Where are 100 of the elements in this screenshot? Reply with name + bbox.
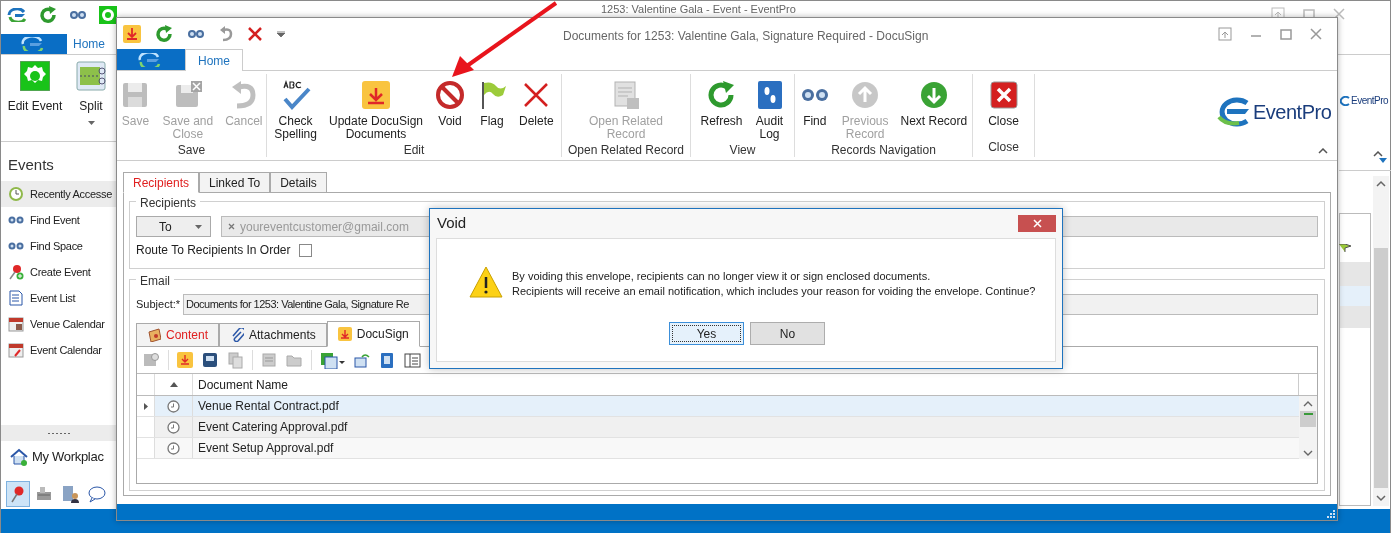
logo-icon	[1340, 95, 1350, 106]
maximize-icon[interactable]	[1280, 28, 1292, 40]
ribbon-button[interactable]: Next Record	[899, 80, 969, 141]
application-menu-button[interactable]	[1, 34, 67, 54]
binoculars-icon[interactable]	[69, 10, 87, 20]
close-button[interactable]	[1018, 215, 1056, 232]
column-header[interactable]: Document Name	[193, 374, 1299, 395]
group-label: Close	[988, 139, 1019, 156]
refresh-icon[interactable]	[155, 24, 173, 43]
group-label: Records Navigation	[831, 142, 936, 159]
table-row[interactable]: Event Setup Approval.pdf	[137, 438, 1299, 459]
tab[interactable]: Details	[270, 172, 327, 193]
refresh-icon[interactable]	[39, 6, 57, 24]
scroll-down-icon[interactable]	[1376, 494, 1386, 502]
scroll-thumb[interactable]	[1300, 411, 1316, 427]
navigation-item[interactable]: Event Calendar	[1, 337, 117, 363]
tab[interactable]: Recipients	[123, 172, 200, 193]
window-icon[interactable]	[354, 351, 371, 369]
document-icon[interactable]	[261, 351, 278, 369]
download-icon	[361, 80, 391, 110]
table-row[interactable]: Event Catering Approval.pdf	[137, 417, 1299, 438]
close-icon	[988, 80, 1019, 110]
ribbon-button[interactable]: Split	[69, 61, 113, 125]
application-menu-button[interactable]	[117, 49, 185, 70]
download-icon[interactable]	[177, 351, 194, 369]
tab[interactable]: DocuSign	[326, 321, 420, 347]
navigation-item[interactable]: Create Event	[1, 259, 117, 285]
close-icon[interactable]	[1333, 8, 1345, 20]
navigation-item[interactable]: Find Event	[1, 207, 117, 233]
book-icon[interactable]	[379, 351, 396, 369]
navigation-item[interactable]: Recently Accesse	[1, 181, 117, 207]
dialog-button[interactable]: Yes	[669, 322, 744, 345]
ribbon-button[interactable]: Edit Event	[3, 61, 67, 125]
restore-icon[interactable]	[1218, 27, 1232, 41]
binoculars-icon[interactable]	[187, 28, 205, 39]
table-row[interactable]: Venue Rental Contract.pdf	[137, 396, 1299, 417]
type-dropdown[interactable]: To	[136, 216, 211, 237]
window-title: Documents for 1253: Valentine Gala, Signature Required - DocuSign	[563, 28, 929, 45]
logo-text: EventPro	[1351, 94, 1389, 108]
building-person-icon	[60, 484, 80, 504]
house-icon	[10, 447, 28, 466]
remove-icon[interactable]	[228, 223, 235, 230]
collapse-ribbon-icon[interactable]	[1318, 148, 1328, 154]
navigation-item[interactable]: Venue Calendar	[1, 311, 117, 337]
scrollbar[interactable]	[1299, 396, 1317, 459]
tab[interactable]: Linked To	[199, 172, 271, 193]
customize-icon[interactable]	[277, 30, 285, 37]
form-icon[interactable]	[404, 351, 421, 369]
ribbon-button[interactable]: Update DocuSign Documents	[327, 80, 425, 141]
resize-grip-icon[interactable]	[1327, 510, 1335, 518]
gear-icon[interactable]	[99, 6, 117, 24]
tab[interactable]: Content	[136, 323, 220, 347]
clock-icon	[8, 186, 24, 202]
ribbon-button[interactable]: Delete	[518, 80, 555, 141]
close-icon	[1032, 219, 1042, 228]
table-cell-text: Venue Rental Contract.pdf	[197, 398, 340, 415]
scroll-down-icon[interactable]	[1303, 450, 1313, 457]
clock-icon	[167, 399, 180, 413]
calendar-icon	[8, 316, 24, 332]
row-header[interactable]	[137, 396, 155, 416]
table-icon[interactable]	[320, 351, 346, 369]
ribbon-tab[interactable]: Home	[185, 49, 243, 71]
sort-icon	[169, 382, 178, 387]
splitter-grip-icon[interactable]	[47, 431, 71, 435]
checkbox[interactable]	[298, 243, 312, 257]
field-label: Subject:*	[136, 297, 181, 313]
ribbon-button[interactable]: Flag	[476, 80, 509, 141]
dropdown-icon[interactable]	[1379, 158, 1387, 163]
ribbon-button[interactable]: Close	[987, 80, 1020, 138]
message-text: Recipients will receive an email notification, which includes your reason for voiding the envelope. Continue?	[512, 284, 1036, 299]
collapse-ribbon-icon[interactable]	[1373, 151, 1383, 157]
scrollbar[interactable]	[1373, 176, 1389, 506]
clock-icon	[167, 420, 180, 434]
workplace-button[interactable]: My Workplac	[10, 447, 104, 467]
undo-icon[interactable]	[219, 25, 233, 42]
copy-icon[interactable]	[227, 351, 244, 369]
download-icon[interactable]	[123, 24, 141, 43]
scroll-up-icon[interactable]	[1376, 180, 1386, 188]
ribbon-button[interactable]: Refresh	[699, 80, 744, 141]
prohibited-icon	[435, 80, 466, 110]
group-label: Edit	[403, 142, 425, 159]
close-icon[interactable]	[247, 25, 263, 42]
download-icon	[337, 327, 352, 341]
dialog-button[interactable]: No	[750, 322, 825, 345]
logo-icon	[1215, 97, 1251, 127]
refresh-icon	[706, 80, 737, 110]
logo-icon[interactable]	[7, 8, 27, 22]
navigation-item[interactable]: Event List	[1, 285, 117, 311]
ribbon-button[interactable]: Find	[798, 80, 831, 141]
navigation-item[interactable]: Find Space	[1, 233, 117, 259]
ribbon-button[interactable]: Audit Log	[753, 80, 786, 141]
document-icon	[611, 80, 641, 110]
ribbon-button[interactable]: Check Spelling	[273, 80, 318, 141]
close-icon[interactable]	[1310, 28, 1322, 40]
scroll-up-icon[interactable]	[1303, 400, 1313, 407]
calendar-icon	[8, 342, 24, 358]
ribbon-button[interactable]: Void	[434, 80, 467, 141]
row-indicator-icon	[143, 402, 148, 410]
group-label: Save	[177, 142, 206, 159]
tab[interactable]: Attachments	[219, 323, 327, 347]
